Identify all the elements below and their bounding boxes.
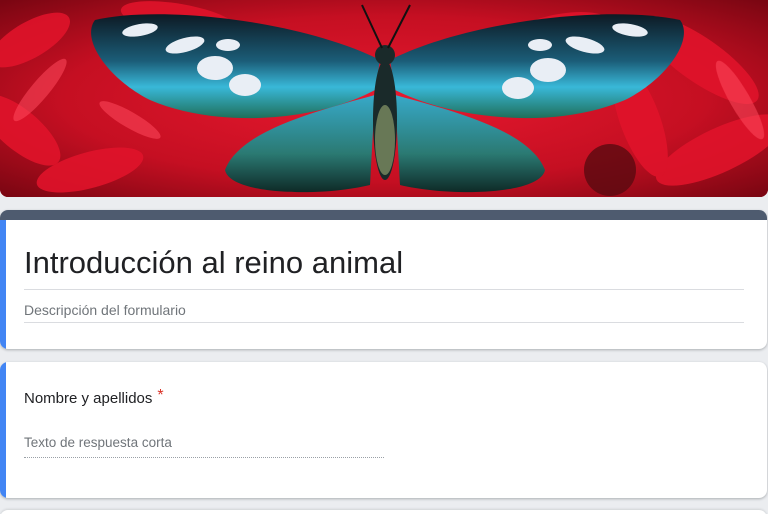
active-indicator-bar — [0, 362, 6, 498]
description-divider — [24, 322, 744, 323]
form-description-field[interactable]: Descripción del formulario — [24, 300, 186, 320]
answer-underline — [24, 457, 384, 458]
form-title[interactable]: Introducción al reino animal — [24, 244, 403, 282]
next-question-card[interactable] — [0, 510, 767, 514]
butterfly-image — [0, 0, 768, 197]
question-card[interactable]: Nombre y apellidos * Texto de respuesta c… — [0, 362, 767, 498]
required-asterisk: * — [157, 387, 164, 404]
form-title-card: Introducción al reino animal Descripción… — [0, 210, 767, 349]
active-indicator-bar — [0, 220, 6, 349]
question-title: Nombre y apellidos * — [24, 387, 164, 409]
short-answer-field[interactable]: Texto de respuesta corta — [24, 433, 172, 453]
header-banner-image — [0, 0, 768, 197]
title-divider — [24, 289, 744, 290]
question-label: Nombre y apellidos — [24, 390, 153, 407]
header-color-bar — [0, 210, 767, 220]
form-page: Introducción al reino animal Descripción… — [0, 0, 768, 514]
